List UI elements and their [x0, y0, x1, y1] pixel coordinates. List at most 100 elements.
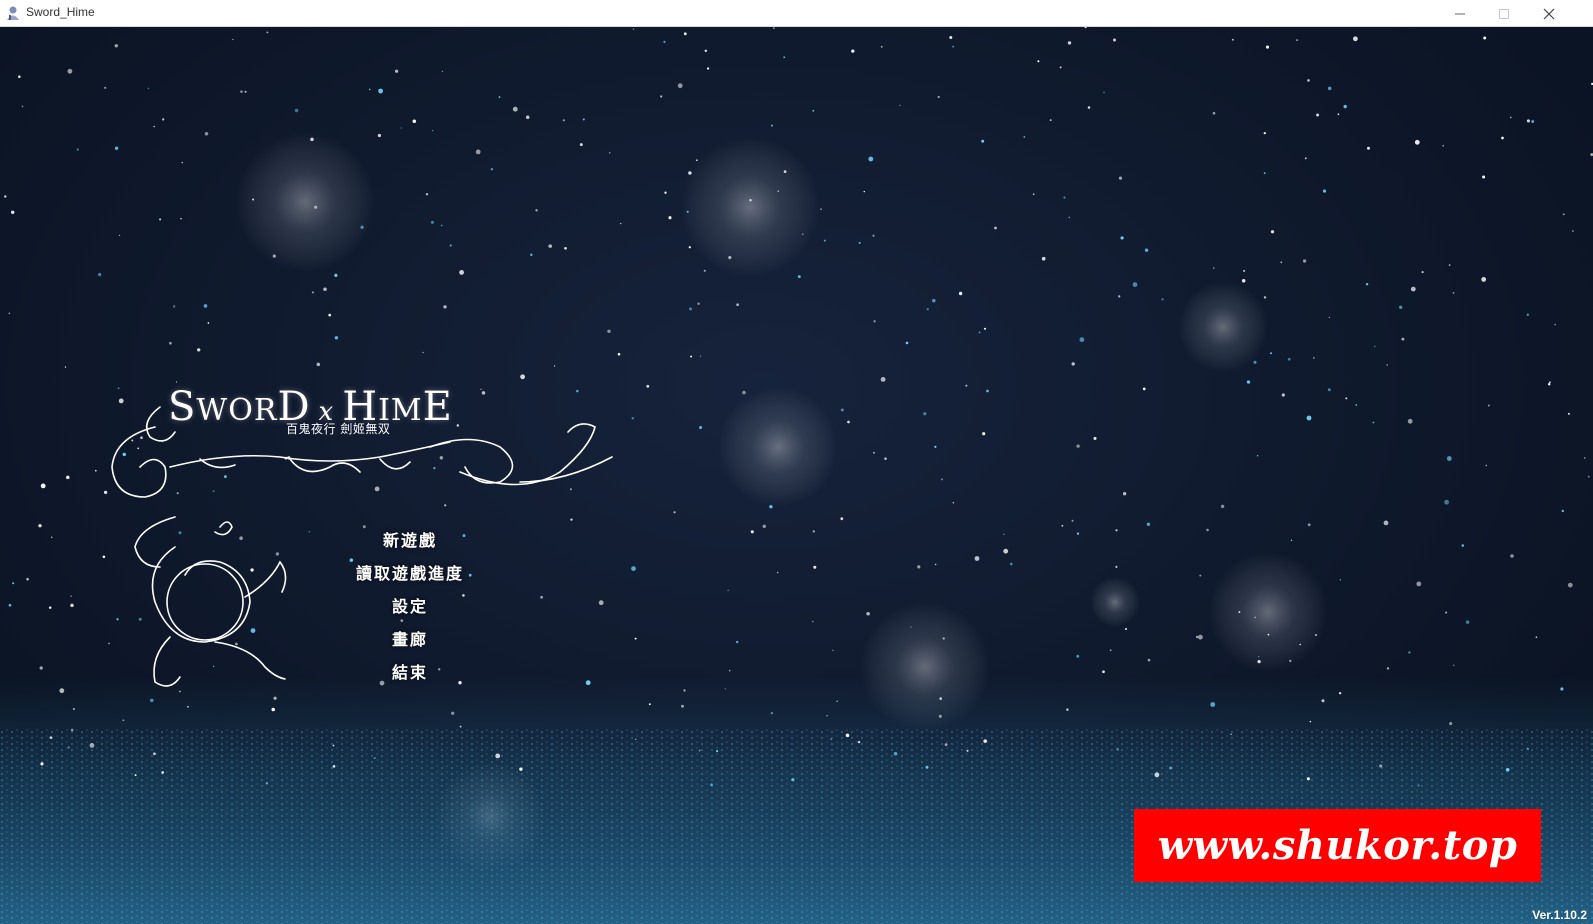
star	[250, 568, 254, 572]
star	[18, 75, 21, 78]
star	[150, 698, 154, 703]
star	[688, 246, 691, 249]
star	[1258, 656, 1260, 658]
menu-exit[interactable]: 結束	[330, 656, 490, 689]
star	[1076, 444, 1080, 448]
window-titlebar: Sword_Hime	[0, 0, 1593, 27]
star	[1355, 404, 1358, 406]
star	[530, 253, 533, 256]
star	[1280, 261, 1283, 264]
star	[432, 129, 434, 132]
star	[1267, 633, 1270, 636]
star	[122, 719, 125, 722]
menu-gallery[interactable]: 畫廊	[330, 623, 490, 656]
star	[481, 391, 486, 395]
star	[179, 690, 181, 693]
star	[272, 254, 276, 258]
star	[812, 109, 815, 112]
star	[1103, 91, 1105, 94]
star	[631, 566, 636, 571]
star	[847, 420, 850, 424]
star	[137, 447, 140, 450]
star	[1287, 357, 1291, 361]
star	[851, 49, 855, 53]
star	[232, 38, 234, 41]
star	[1254, 616, 1256, 619]
star	[122, 452, 127, 457]
star	[1199, 574, 1202, 577]
star	[926, 308, 929, 311]
star	[1161, 298, 1164, 301]
menu-new-game[interactable]: 新遊戲	[330, 524, 490, 557]
star	[1213, 267, 1215, 269]
close-button[interactable]	[1527, 0, 1571, 27]
star	[1414, 139, 1420, 145]
minimize-button[interactable]	[1438, 0, 1482, 27]
star	[140, 436, 143, 439]
star	[1049, 119, 1052, 122]
star	[1032, 193, 1035, 196]
star	[169, 341, 172, 345]
star	[223, 475, 227, 479]
star	[134, 774, 137, 777]
star	[863, 190, 865, 193]
star	[983, 739, 987, 743]
star	[660, 95, 663, 98]
menu-load-game[interactable]: 讀取遊戲進度	[330, 557, 490, 590]
star	[934, 563, 937, 566]
star	[1270, 352, 1272, 355]
star	[648, 703, 651, 706]
star	[994, 226, 997, 230]
star	[735, 640, 739, 644]
star	[1572, 230, 1574, 232]
star	[1289, 659, 1292, 663]
star	[562, 119, 565, 122]
star	[872, 451, 876, 454]
maximize-button[interactable]	[1482, 0, 1526, 27]
star	[265, 782, 269, 785]
star	[1144, 248, 1149, 252]
star	[153, 125, 155, 128]
star	[451, 711, 455, 715]
star	[212, 490, 215, 493]
star	[1584, 457, 1586, 459]
star	[1290, 539, 1293, 542]
star	[1535, 636, 1538, 639]
star	[475, 149, 481, 155]
menu-settings[interactable]: 設定	[330, 590, 490, 623]
star	[607, 329, 611, 334]
star	[1452, 292, 1455, 294]
star	[1037, 60, 1040, 63]
star	[1365, 283, 1369, 286]
star	[70, 728, 74, 732]
star	[899, 104, 901, 107]
star	[1449, 722, 1453, 726]
app-icon	[7, 6, 19, 20]
star	[40, 483, 46, 489]
star	[102, 555, 106, 559]
star	[689, 307, 692, 311]
star	[905, 341, 909, 345]
logo-subtitle: 百鬼夜行 劍姬無双	[286, 422, 391, 436]
star	[749, 198, 752, 202]
star	[535, 209, 538, 212]
star	[981, 139, 985, 143]
star	[1087, 106, 1091, 109]
star	[1195, 635, 1199, 639]
star	[978, 331, 981, 334]
star	[677, 83, 683, 89]
star	[1416, 581, 1422, 587]
star	[683, 689, 686, 692]
star	[617, 352, 621, 356]
star	[1230, 733, 1232, 736]
star	[1372, 421, 1375, 424]
star	[1386, 667, 1390, 670]
star	[716, 750, 719, 753]
star	[39, 666, 43, 670]
star	[1446, 456, 1452, 461]
star	[832, 649, 834, 652]
star	[480, 388, 482, 390]
star	[917, 565, 921, 569]
star	[70, 603, 74, 608]
star	[840, 408, 844, 412]
